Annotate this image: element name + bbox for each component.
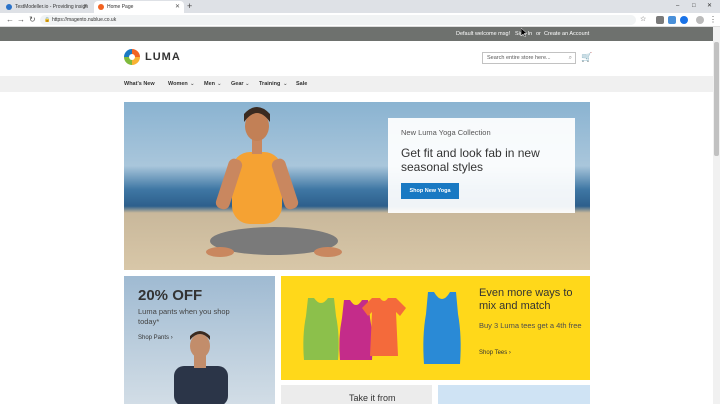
orange-tee-image	[362, 298, 406, 356]
main-nav: What's New Women ⌄ Men ⌄ Gear ⌄ Training…	[0, 76, 720, 92]
tab-close-icon[interactable]: ✕	[175, 1, 180, 13]
nav-item-women[interactable]: Women	[168, 76, 188, 92]
tees-promo-title: Even more ways to mix and match	[479, 287, 573, 312]
create-account-link[interactable]: Create an Account	[544, 27, 589, 41]
new-tab-button[interactable]: +	[187, 1, 192, 12]
shop-new-yoga-button[interactable]: Shop New Yoga	[401, 183, 459, 199]
reload-button[interactable]: ↻	[29, 13, 36, 27]
nav-item-sale[interactable]: Sale	[296, 76, 307, 92]
bookmark-star-icon[interactable]: ☆	[640, 13, 646, 27]
shop-pants-link[interactable]: Shop Pants ›	[138, 335, 173, 341]
pants-promo-text: Luma pants when you shop today*	[138, 307, 230, 326]
or-separator: or	[536, 31, 541, 37]
extension-icon[interactable]	[680, 16, 688, 24]
search-placeholder: Search entire store here...	[487, 55, 551, 61]
search-input[interactable]: Search entire store here... ⌕	[482, 52, 576, 64]
nav-item-training[interactable]: Training	[259, 76, 280, 92]
profile-avatar-icon[interactable]	[696, 16, 704, 24]
mouse-pointer-icon	[521, 28, 527, 37]
welcome-message: Default welcome msg!	[456, 31, 511, 37]
pants-promo-title: 20% OFF	[138, 287, 203, 304]
site-top-bar: Default welcome msg! Sign In or Create a…	[0, 27, 720, 41]
extension-icon[interactable]	[668, 16, 676, 24]
chevron-down-icon: ⌄	[217, 81, 222, 87]
close-window-button[interactable]: ✕	[707, 0, 712, 12]
minimize-button[interactable]: –	[676, 0, 679, 12]
chevron-down-icon: ⌄	[190, 81, 195, 87]
extension-icon[interactable]	[656, 16, 664, 24]
blue-tank-top-image	[423, 292, 461, 364]
url-field[interactable]: 🔒 https://magento.nublue.co.uk	[40, 15, 636, 25]
take-it-from-text: Take it from	[349, 393, 396, 403]
tab-close-icon[interactable]: ✕	[83, 1, 88, 13]
browser-tab-bar: TestModeller.io - Providing insigh ✕ Hom…	[0, 0, 720, 13]
search-icon[interactable]: ⌕	[569, 53, 572, 63]
hero-title: Get fit and look fab in new seasonal sty…	[401, 146, 540, 174]
back-button[interactable]: ←	[6, 13, 14, 27]
maximize-button[interactable]: □	[692, 0, 696, 12]
scrollbar-thumb[interactable]	[714, 42, 719, 156]
nav-item-men[interactable]: Men	[204, 76, 215, 92]
tab-label: Home Page	[107, 4, 134, 10]
lock-icon: 🔒	[44, 17, 51, 23]
nav-item-whats-new[interactable]: What's New	[124, 76, 155, 92]
hero-subtitle: New Luma Yoga Collection	[401, 128, 491, 137]
tab-home-page[interactable]: Home Page ✕	[94, 1, 184, 13]
forward-button[interactable]: →	[17, 13, 25, 27]
chevron-down-icon: ⌄	[245, 81, 250, 87]
promo-card-blue[interactable]	[438, 385, 590, 404]
menu-kebab-icon[interactable]: ⋮	[709, 13, 717, 27]
url-text: https://magento.nublue.co.uk	[52, 17, 117, 23]
tab-label: TestModeller.io - Providing insigh	[15, 4, 89, 10]
logo-text[interactable]: LUMA	[145, 51, 181, 63]
nav-item-gear[interactable]: Gear	[231, 76, 244, 92]
chevron-down-icon: ⌄	[283, 81, 288, 87]
tees-promo-text: Buy 3 Luma tees get a 4th free	[479, 321, 582, 330]
cart-icon[interactable]: 🛒	[581, 52, 592, 63]
address-bar-row: ← → ↻ 🔒 https://magento.nublue.co.uk ☆ ⋮	[0, 13, 720, 27]
shop-tees-link[interactable]: Shop Tees ›	[479, 350, 511, 356]
luma-logo-icon[interactable]	[124, 49, 140, 65]
magento-favicon-icon	[98, 4, 104, 10]
tab-testmodeller[interactable]: TestModeller.io - Providing insigh ✕	[2, 1, 92, 13]
testmodeller-favicon-icon	[6, 4, 12, 10]
